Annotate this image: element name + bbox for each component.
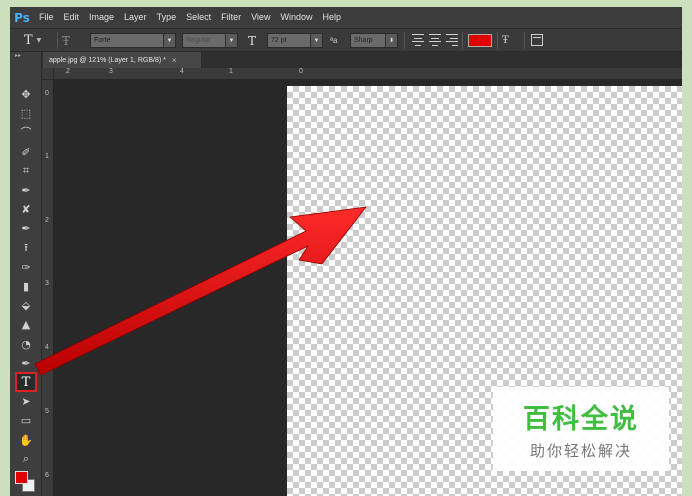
ruler-label: 4 xyxy=(45,344,49,351)
ruler-label: 4 xyxy=(180,68,184,75)
anti-alias-select[interactable]: Sharp ⬍ xyxy=(350,33,398,48)
anti-alias-value: Sharp xyxy=(354,37,373,44)
eyedropper-tool-icon[interactable]: ✒ xyxy=(17,182,35,198)
type-tool-icon[interactable]: T xyxy=(15,372,37,392)
ruler-label: 1 xyxy=(229,68,233,75)
lasso-tool-icon[interactable]: ⌒ xyxy=(17,124,35,140)
chevron-updown-icon: ⬍ xyxy=(385,34,397,47)
anti-alias-icon: ªa xyxy=(330,36,338,45)
type-tool-preset-icon: T xyxy=(24,33,33,48)
menu-edit[interactable]: Edit xyxy=(59,7,85,28)
text-color-swatch[interactable] xyxy=(468,34,492,47)
foreground-color-swatch[interactable] xyxy=(15,471,28,484)
paint-bucket-tool-icon[interactable]: ⬙ xyxy=(17,297,35,313)
watermark-logo: 百科全说 助你轻松解决 xyxy=(493,387,669,471)
menu-view[interactable]: View xyxy=(246,7,275,28)
menu-help[interactable]: Help xyxy=(317,7,346,28)
eraser-tool-icon[interactable]: ▮ xyxy=(17,278,35,294)
ruler-origin[interactable] xyxy=(42,68,54,80)
character-panel-icon[interactable] xyxy=(531,34,543,46)
panel-collapse-icon[interactable]: ▸▸ xyxy=(10,52,41,60)
divider xyxy=(524,32,525,49)
align-right-icon[interactable] xyxy=(446,34,458,46)
ruler-label: 2 xyxy=(66,68,70,75)
menu-bar: Ps File Edit Image Layer Type Select Fil… xyxy=(10,7,682,28)
options-bar: T ▼ Ŧ Forte ▼ Regular ▼ T 72 pt ▼ ªa Sha… xyxy=(10,28,682,52)
crop-tool-icon[interactable]: ⌗ xyxy=(17,163,35,179)
document-tab[interactable]: apple.jpg @ 121% (Layer 1, RGB/8) * × xyxy=(43,52,202,68)
horizontal-ruler[interactable]: 2 3 4 1 0 xyxy=(54,68,682,80)
font-family-select[interactable]: Forte ▼ xyxy=(90,33,176,48)
document-tab-bar: apple.jpg @ 121% (Layer 1, RGB/8) * × xyxy=(42,52,682,68)
chevron-down-icon: ▼ xyxy=(225,34,237,47)
ruler-label: 0 xyxy=(299,68,303,75)
menu-file[interactable]: File xyxy=(34,7,59,28)
font-style-value: Regular xyxy=(186,37,211,44)
pen-tool-icon[interactable]: ✒ xyxy=(17,355,35,371)
close-icon[interactable]: × xyxy=(172,56,177,65)
toggle-orientation-icon[interactable]: Ŧ xyxy=(62,33,78,48)
ruler-label: 1 xyxy=(45,153,49,160)
watermark-main-text: 百科全说 xyxy=(523,404,639,435)
document-tab-label: apple.jpg @ 121% (Layer 1, RGB/8) * xyxy=(49,56,166,64)
divider xyxy=(404,32,405,49)
path-selection-tool-icon[interactable]: ➤ xyxy=(17,393,35,409)
vertical-ruler[interactable]: 0 1 2 3 4 5 6 xyxy=(42,80,54,496)
ruler-label: 3 xyxy=(109,68,113,75)
font-size-icon: T xyxy=(248,33,257,48)
font-style-select[interactable]: Regular ▼ xyxy=(182,33,238,48)
ruler-label: 5 xyxy=(45,408,49,415)
warp-text-icon[interactable]: Ŧ xyxy=(502,33,516,48)
tool-preset-picker[interactable]: T ▼ xyxy=(24,33,54,48)
brush-tool-icon[interactable]: ✒ xyxy=(17,220,35,236)
photoshop-logo-icon: Ps xyxy=(14,10,30,25)
menu-filter[interactable]: Filter xyxy=(216,7,246,28)
clone-stamp-tool-icon[interactable]: ⭱ xyxy=(17,240,35,256)
ruler-label: 2 xyxy=(45,217,49,224)
menu-select[interactable]: Select xyxy=(181,7,216,28)
zoom-tool-icon[interactable]: ⌕ xyxy=(17,451,35,467)
quick-selection-tool-icon[interactable]: ✐ xyxy=(17,144,35,160)
chevron-down-icon: ▼ xyxy=(36,37,42,44)
marquee-tool-icon[interactable]: ⬚ xyxy=(17,105,35,121)
history-brush-tool-icon[interactable]: ✑ xyxy=(17,259,35,275)
font-family-value: Forte xyxy=(94,37,111,44)
ruler-label: 0 xyxy=(45,90,49,97)
tools-panel: ▸▸ ✥ ⬚ ⌒ ✐ ⌗ ✒ ✘ ✒ ⭱ ✑ ▮ ⬙ ▲ ◔ ✒ T ➤ ▭ ✋ ⌕ xyxy=(10,52,42,496)
move-tool-icon[interactable]: ✥ xyxy=(17,86,35,102)
divider xyxy=(462,32,463,49)
dodge-tool-icon[interactable]: ◔ xyxy=(17,336,35,352)
menu-type[interactable]: Type xyxy=(152,7,182,28)
watermark-sub-text: 助你轻松解决 xyxy=(529,442,632,460)
hand-tool-icon[interactable]: ✋ xyxy=(17,432,35,448)
menu-image[interactable]: Image xyxy=(84,7,119,28)
menu-layer[interactable]: Layer xyxy=(119,7,152,28)
rectangle-tool-icon[interactable]: ▭ xyxy=(17,412,35,428)
ruler-label: 6 xyxy=(45,472,49,479)
align-center-icon[interactable] xyxy=(429,34,441,46)
font-size-value: 72 pt xyxy=(271,37,287,44)
chevron-down-icon: ▼ xyxy=(310,34,322,47)
menu-window[interactable]: Window xyxy=(275,7,317,28)
align-left-icon[interactable] xyxy=(412,34,424,46)
divider xyxy=(57,32,58,49)
healing-brush-tool-icon[interactable]: ✘ xyxy=(17,201,35,217)
chevron-down-icon: ▼ xyxy=(163,34,175,47)
blur-tool-icon[interactable]: ▲ xyxy=(17,316,35,332)
ruler-label: 3 xyxy=(45,280,49,287)
font-size-select[interactable]: 72 pt ▼ xyxy=(267,33,323,48)
divider xyxy=(497,32,498,49)
